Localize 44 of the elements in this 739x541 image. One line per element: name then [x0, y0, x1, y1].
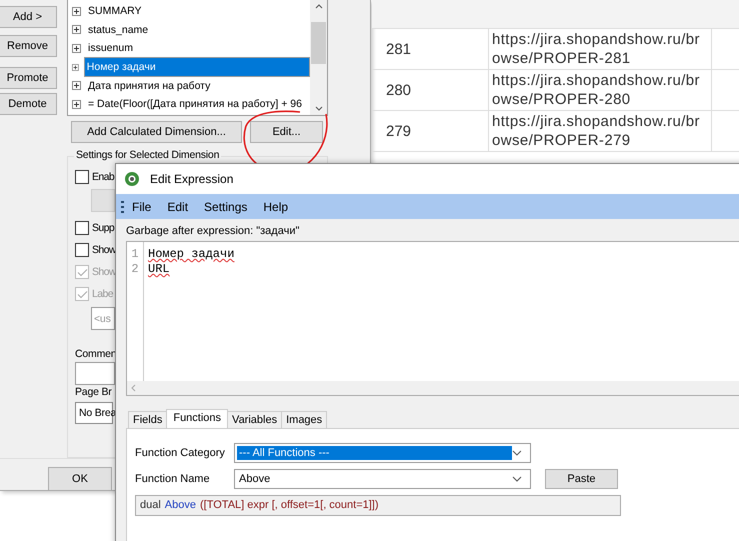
- dialog-button[interactable]: Remove: [0, 35, 57, 57]
- error-message: Garbage after expression: "задачи": [125, 224, 300, 239]
- checkbox-label: Labe: [92, 288, 113, 300]
- table-cell: 279: [372, 111, 489, 151]
- checkbox-label: Show: [92, 244, 116, 256]
- table-cell: https://jira.shopandshow.ru/browse/PROPER-279: [489, 111, 712, 151]
- checkbox-label: Show: [92, 266, 116, 278]
- dimension-item[interactable]: Номер задачи: [84, 57, 310, 78]
- paste-button[interactable]: Paste: [545, 469, 618, 489]
- dimension-item[interactable]: SUMMARY: [86, 4, 144, 18]
- edit-button[interactable]: Edit...: [250, 121, 323, 143]
- menu-item[interactable]: Help: [255, 200, 296, 214]
- function-name-select[interactable]: Above: [234, 469, 531, 489]
- field-label: Function Name: [135, 473, 211, 485]
- menu-item[interactable]: File: [124, 200, 160, 214]
- field-label: Page Br: [75, 386, 112, 398]
- dimension-item[interactable]: issuenum: [86, 41, 135, 56]
- dialog-button[interactable]: Demote: [0, 93, 57, 115]
- dimension-item[interactable]: Дата принятия на работу: [86, 78, 212, 93]
- line-number: 1: [131, 247, 139, 262]
- menu-item[interactable]: Settings: [196, 200, 256, 214]
- add-calculated-dimension-button[interactable]: Add Calculated Dimension...: [71, 121, 242, 143]
- tab[interactable]: Fields: [128, 411, 168, 428]
- ok-button[interactable]: OK: [48, 467, 112, 490]
- expression-editor[interactable]: 1 2 Номер задачи URL: [126, 241, 739, 396]
- dimension-item[interactable]: = Date(Floor([Дата принятия на работу] + 96: [86, 97, 304, 112]
- code-line: URL: [148, 262, 171, 277]
- field-label: Function Category: [135, 447, 226, 459]
- table-cell: 281: [372, 29, 489, 69]
- group-title: Settings for Selected Dimension: [74, 149, 222, 161]
- checkbox-label: Supp: [92, 222, 114, 234]
- line-number: 2: [131, 262, 139, 277]
- tab[interactable]: Images: [281, 411, 328, 428]
- window-title: Edit Expression: [150, 172, 234, 186]
- code-line: Номер задачи: [148, 247, 234, 262]
- tab[interactable]: Functions: [166, 409, 228, 428]
- checkbox-label: Enab: [92, 171, 114, 183]
- function-syntax: dual Above ([TOTAL] expr [, offset=1[, count=1]]): [135, 495, 621, 516]
- table-cell: 280: [372, 70, 489, 110]
- dialog-button[interactable]: Promote: [0, 67, 57, 89]
- dialog-button[interactable]: Add >: [0, 6, 57, 28]
- dimension-item[interactable]: status_name: [86, 22, 150, 37]
- function-category-select[interactable]: --- All Functions ---: [234, 443, 531, 463]
- menu-item[interactable]: Edit: [159, 200, 196, 214]
